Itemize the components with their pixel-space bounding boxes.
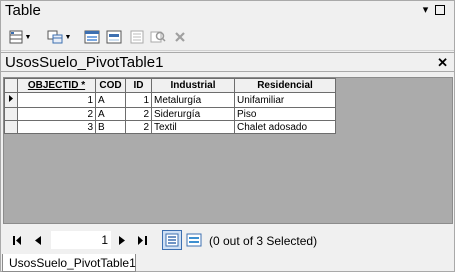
selection-status: (0 out of 3 Selected) (209, 234, 318, 248)
close-icon[interactable]: ✕ (437, 55, 448, 71)
cell-industrial[interactable]: Metalurgía (151, 92, 235, 108)
last-record-icon (138, 235, 147, 245)
header-selector-cell[interactable] (4, 78, 18, 93)
row-selector-current[interactable] (4, 92, 18, 108)
switch-selection-button[interactable] (105, 27, 123, 47)
cell-objectid[interactable]: 1 (17, 92, 96, 108)
pin-dropdown-icon[interactable]: ▾ (419, 4, 432, 17)
related-tables-icon (47, 30, 63, 44)
table-tab-header: UsosSuelo_PivotTable1 ✕ (1, 52, 454, 72)
cell-id[interactable]: 2 (125, 107, 152, 121)
switch-selection-icon (106, 30, 122, 44)
cell-id[interactable]: 1 (125, 92, 152, 108)
previous-record-icon (35, 235, 41, 245)
column-header-id[interactable]: ID (125, 78, 152, 93)
zoom-to-selected-button[interactable] (149, 27, 167, 47)
table-row[interactable]: 3 B 2 Textil Chalet adosado (4, 120, 336, 134)
table-window: Table ▾ ▼ ▼ UsosSuelo_PivotTable1 ✕ OBJE… (0, 0, 455, 272)
column-header-industrial[interactable]: Industrial (151, 78, 235, 93)
table-options-icon (9, 30, 23, 44)
table-tab-label: UsosSuelo_PivotTable1 (9, 256, 136, 270)
chevron-down-icon: ▼ (64, 33, 72, 41)
chevron-down-icon: ▼ (24, 33, 32, 41)
cell-cod[interactable]: A (95, 107, 126, 121)
cell-cod[interactable]: B (95, 120, 126, 134)
window-title: Table (5, 2, 41, 19)
cell-residencial[interactable]: Piso (234, 107, 336, 121)
cell-objectid[interactable]: 3 (17, 120, 96, 134)
select-by-attributes-icon (84, 30, 100, 44)
select-by-attributes-button[interactable] (83, 27, 101, 47)
next-record-icon (119, 235, 125, 245)
attribute-table: OBJECTID * COD ID Industrial Residencial… (4, 78, 336, 134)
navigation-bar: (0 out of 3 Selected) (3, 227, 453, 253)
clear-selection-icon (130, 30, 144, 44)
current-record-field[interactable] (51, 231, 111, 249)
delete-selected-icon (175, 32, 185, 42)
toolbar-divider (1, 50, 454, 51)
column-header-cod[interactable]: COD (95, 78, 126, 93)
cell-cod[interactable]: A (95, 92, 126, 108)
toolbar: ▼ ▼ (1, 25, 454, 49)
row-selector[interactable] (4, 120, 18, 134)
table-row[interactable]: 1 A 1 Metalurgía Unifamiliar (4, 92, 336, 108)
row-selector[interactable] (4, 107, 18, 121)
show-selected-records-icon (186, 233, 202, 247)
first-record-icon (13, 235, 21, 245)
maximize-icon[interactable] (435, 5, 445, 15)
column-header-objectid[interactable]: OBJECTID * (17, 78, 96, 93)
table-options-button[interactable]: ▼ (7, 27, 33, 47)
related-tables-button[interactable]: ▼ (45, 27, 73, 47)
title-bar: Table ▾ (1, 1, 454, 21)
cell-residencial[interactable]: Unifamiliar (234, 92, 336, 108)
table-header-row: OBJECTID * COD ID Industrial Residencial (4, 78, 336, 93)
cell-industrial[interactable]: Siderurgía (151, 107, 235, 121)
cell-industrial[interactable]: Textil (151, 120, 235, 134)
show-all-records-button[interactable] (162, 230, 182, 250)
first-record-button[interactable] (11, 232, 25, 248)
table-tab-title: UsosSuelo_PivotTable1 (5, 54, 164, 71)
zoom-to-selected-icon (150, 31, 166, 43)
current-row-arrow-icon (9, 95, 13, 102)
table-tab[interactable]: UsosSuelo_PivotTable1 (2, 254, 136, 272)
show-selected-records-button[interactable] (184, 230, 204, 250)
table-grid[interactable]: OBJECTID * COD ID Industrial Residencial… (3, 77, 453, 224)
clear-selection-button[interactable] (129, 27, 145, 47)
cell-objectid[interactable]: 2 (17, 107, 96, 121)
last-record-button[interactable] (135, 232, 151, 248)
show-all-records-icon (165, 233, 179, 247)
next-record-button[interactable] (115, 232, 129, 248)
cell-id[interactable]: 2 (125, 120, 152, 134)
previous-record-button[interactable] (31, 232, 45, 248)
delete-selected-button[interactable] (172, 27, 188, 47)
cell-residencial[interactable]: Chalet adosado (234, 120, 336, 134)
table-row[interactable]: 2 A 2 Siderurgía Piso (4, 107, 336, 121)
column-header-residencial[interactable]: Residencial (234, 78, 336, 93)
